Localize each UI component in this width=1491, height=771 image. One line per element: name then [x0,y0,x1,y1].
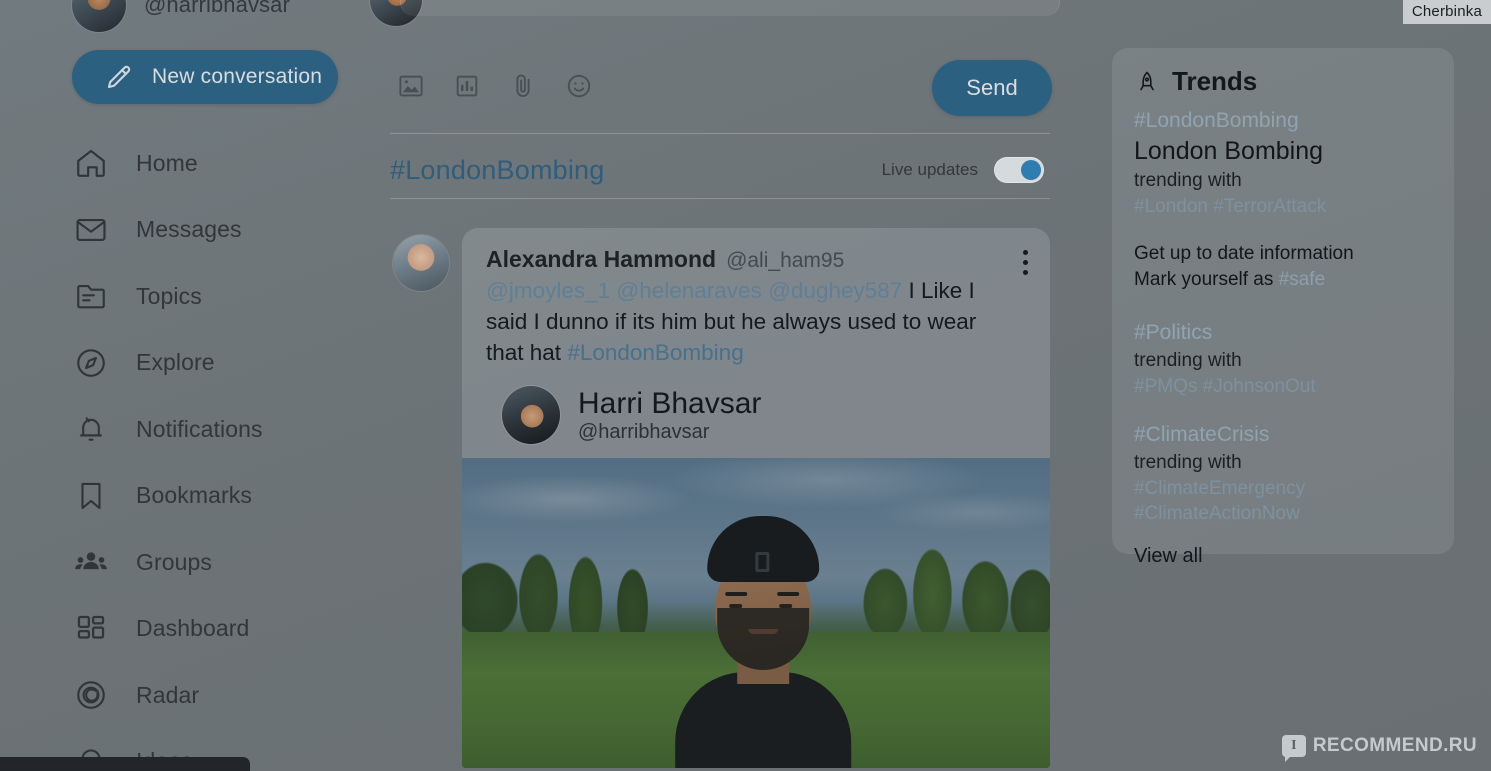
sidebar-item-radar[interactable]: Radar [72,662,372,729]
compass-icon [72,344,110,382]
bookmark-icon [72,477,110,515]
sidebar-item-explore[interactable]: Explore [72,330,372,397]
tweet-author-avatar[interactable] [393,235,449,291]
tweet-header: Alexandra Hammond @ali_ham95 [486,246,1026,273]
trend-with-label: trending with [1134,350,1242,371]
bell-icon [72,410,110,448]
quoted-identity: Harri Bhavsar @harribhavsar [578,387,761,444]
app-window: @harribhavsar New conversation Home Mess… [0,0,1491,771]
sidebar-item-messages[interactable]: Messages [72,197,372,264]
live-updates-label: Live updates [881,160,978,179]
sidebar-item-label: Dashboard [136,615,250,642]
home-icon [72,144,110,182]
tweet-card[interactable]: Alexandra Hammond @ali_ham95 @jmoyles_1 … [462,228,1050,768]
sidebar-item-bookmarks[interactable]: Bookmarks [72,463,372,530]
tweet-photo[interactable] [462,458,1050,768]
sidebar-item-label: Messages [136,216,242,243]
sidebar-item-home[interactable]: Home [72,130,372,197]
trend-related-tags-2[interactable]: #ClimateActionNow [1134,501,1432,526]
image-icon[interactable] [394,69,428,103]
trend-tag[interactable]: #LondonBombing [1134,107,1432,135]
trend-name: London Bombing [1134,137,1324,165]
new-conversation-button[interactable]: New conversation [72,50,338,104]
main-feed-column: What's happening? [370,0,1060,771]
trend-info-line2: Mark yourself as #safe [1134,267,1432,293]
trends-header: Trends [1134,66,1432,97]
sidebar-item-label: Bookmarks [136,482,252,509]
rocket-icon [1134,69,1160,95]
tweet-hashtag[interactable]: #LondonBombing [567,340,743,365]
emoji-smiley-icon[interactable] [562,69,596,103]
trends-title: Trends [1172,66,1258,96]
poll-chart-icon[interactable] [450,69,484,103]
divider-bottom [390,198,1050,199]
toggle-knob [1021,160,1041,180]
trend-info-line1: Get up to date information [1134,243,1354,264]
trend-item-climatecrisis[interactable]: #ClimateCrisis trending with #ClimateEme… [1134,421,1432,526]
sidebar-item-label: Groups [136,548,213,575]
new-conversation-label: New conversation [152,65,323,88]
feed-hashtag[interactable]: #LondonBombing [390,155,604,186]
feed-topic-row: #LondonBombing Live updates [390,145,1050,195]
sidebar-item-label: Radar [136,681,200,708]
pencil-icon [100,58,138,96]
quoted-handle: @harribhavsar [578,420,710,443]
kebab-menu-icon[interactable] [1023,250,1028,275]
safe-hashtag-link[interactable]: #safe [1279,269,1325,290]
envelope-icon [72,211,110,249]
corner-label: Cherbinka [1402,0,1491,24]
paperclip-icon[interactable] [506,69,540,103]
trend-related-tags[interactable]: #PMQs #JohnsonOut [1134,374,1432,399]
watermark: I RECOMMEND.RU [1281,735,1477,762]
sidebar-item-notifications[interactable]: Notifications [72,396,372,463]
sidebar-item-groups[interactable]: Groups [72,529,372,596]
photo-dim-overlay [462,458,1050,768]
trend-item-londonbombing[interactable]: #LondonBombing London Bombing trending w… [1134,107,1432,219]
quoted-name: Harri Bhavsar [578,386,762,420]
send-button[interactable]: Send [932,60,1052,116]
sidebar: @harribhavsar New conversation Home Mess… [0,0,380,771]
dashboard-grid-icon [72,610,110,648]
live-updates-control: Live updates [882,157,1044,183]
mark-safe-prefix: Mark yourself as [1134,269,1279,290]
user-avatar[interactable] [72,0,126,32]
composer-toolbar: Send [390,48,1060,124]
bottom-progress-bar[interactable] [0,757,250,771]
tweet-mentions[interactable]: @jmoyles_1 @helenaraves @dughey587 [486,278,902,303]
trend-with-label: trending with [1134,170,1242,191]
sidebar-item-label: Explore [136,349,215,376]
sidebar-profile[interactable]: @harribhavsar [72,0,290,32]
radar-target-icon [72,676,110,714]
sidebar-item-label: Topics [136,282,202,309]
trends-panel: Trends #LondonBombing London Bombing tre… [1112,48,1454,567]
folder-list-icon [72,277,110,315]
trend-with-label: trending with [1134,452,1242,473]
trends-view-all[interactable]: View all [1134,542,1432,570]
sidebar-item-label: Notifications [136,415,263,442]
tweet-author-handle: @ali_ham95 [726,249,845,272]
sidebar-nav: Home Messages Topics Explore Notificatio… [72,130,372,771]
watermark-badge-icon: I [1281,735,1306,762]
sidebar-item-topics[interactable]: Topics [72,263,372,330]
sidebar-item-label: Home [136,149,198,176]
profile-handle: @harribhavsar [144,0,290,17]
trend-safety-info: Get up to date information Mark yourself… [1134,241,1432,293]
composer-input-box[interactable]: What's happening? [400,0,1060,16]
composer-tool-icons [390,69,596,103]
divider-top [390,133,1050,134]
live-updates-toggle[interactable] [994,157,1044,183]
watermark-text: RECOMMEND.RU [1312,735,1477,756]
sidebar-item-dashboard[interactable]: Dashboard [72,596,372,663]
people-group-icon [72,543,110,581]
trend-related-tags[interactable]: #London #TerrorAttack [1134,194,1432,219]
tweet-author-name: Alexandra Hammond [486,246,717,272]
tweet-text: @jmoyles_1 @helenaraves @dughey587 I Lik… [486,275,1026,368]
tweet-body: Alexandra Hammond @ali_ham95 @jmoyles_1 … [462,228,1050,458]
quoted-profile[interactable]: Harri Bhavsar @harribhavsar [486,368,1026,458]
trend-tag[interactable]: #ClimateCrisis [1134,421,1432,449]
trend-related-tags[interactable]: #ClimateEmergency [1134,476,1432,501]
trend-tag[interactable]: #Politics [1134,319,1432,347]
quoted-avatar [502,386,560,444]
trend-item-politics[interactable]: #Politics trending with #PMQs #JohnsonOu… [1134,319,1432,399]
